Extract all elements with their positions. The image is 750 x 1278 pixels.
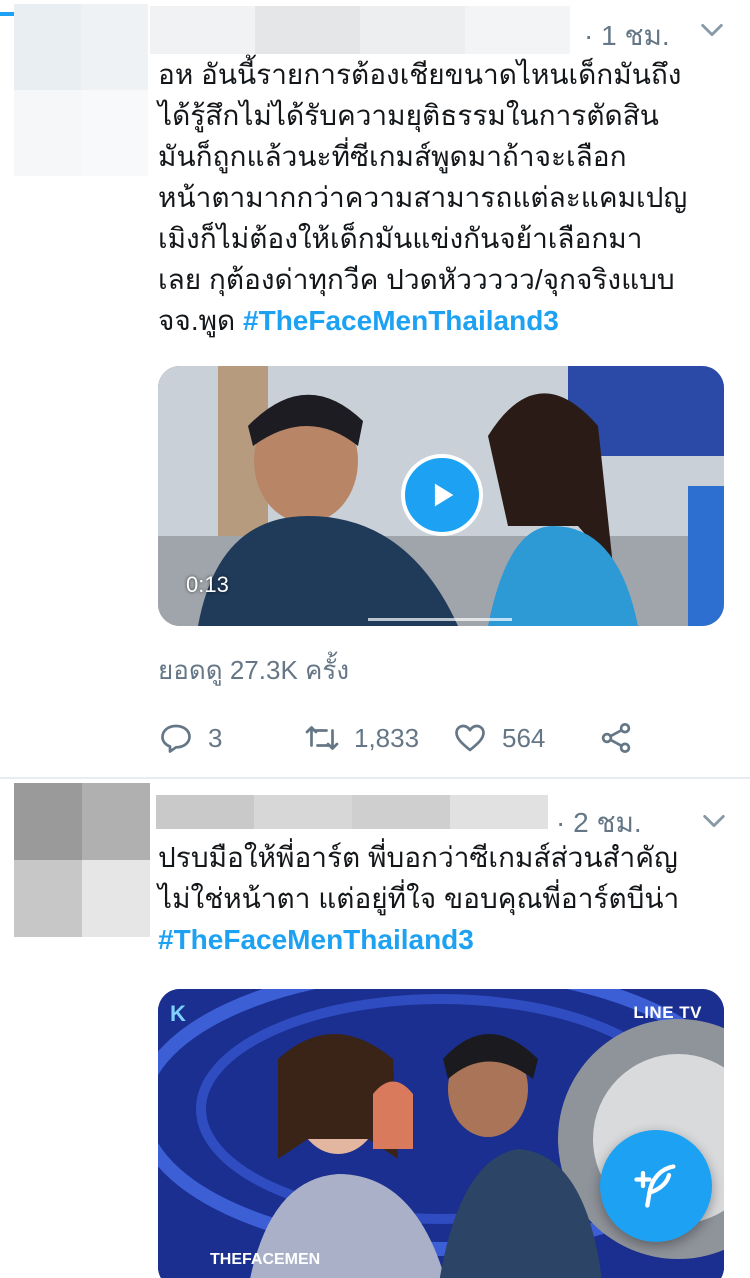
tweet-actions: 3 1,833 564: [158, 716, 634, 760]
tweet-text-line: ปรบมือให้พี่อาร์ต พี่บอกว่าซีเกมส์ส่วนสำ…: [158, 842, 678, 873]
tweet-text-line: หน้าตามากกว่าความสามารถแต่ละแคมเปญ: [158, 182, 688, 213]
video-duration: 0:13: [186, 572, 229, 597]
tweet-text: อห อันนี้รายการต้องเชียขนาดไหนเด็กมันถึง…: [158, 54, 687, 341]
tweet[interactable]: · 1 ชม. อห อันนี้รายการต้องเชียขนาดไหนเด…: [0, 0, 750, 778]
like-button[interactable]: 564: [452, 720, 598, 756]
tweet-text-line: ไม่ใช่หน้าตา แต่อยู่ที่ใจ ขอบคุณพี่อาร์ต…: [158, 883, 680, 914]
user-name-redacted[interactable]: [150, 6, 570, 54]
reply-button[interactable]: 3: [158, 720, 304, 756]
line-tv-badge: LINE TV: [633, 1003, 702, 1022]
tweet-text-line: จจ.พูด #TheFaceMenThailand3: [158, 300, 687, 341]
avatar[interactable]: [14, 4, 148, 176]
tweet-text-line: เมิงก็ไม่ต้องให้เด็กมันแข่งกันจย้าเลือกม…: [158, 223, 643, 254]
tweet-text-line: ได้รู้สึกไม่ได้รับความยุติธรรมในการตัดสิ…: [158, 100, 659, 131]
channel-logo-icon: K: [170, 1001, 186, 1026]
video-progress-track: [368, 618, 512, 621]
view-count: ยอดดู 27.3K ครั้ง: [158, 655, 350, 685]
tweet-text-fragment: จจ.พูด: [158, 305, 244, 336]
play-button[interactable]: [401, 454, 483, 536]
like-count: 564: [502, 722, 546, 753]
tweet-text-line: มันก็ถูกแล้วนะที่ซีเกมส์พูดมาถ้าจะเลือก: [158, 141, 627, 172]
hashtag-link[interactable]: #TheFaceMenThailand3: [243, 305, 559, 336]
chevron-down-icon[interactable]: [700, 807, 728, 835]
reply-count: 3: [208, 722, 223, 753]
user-name-redacted[interactable]: [156, 795, 548, 829]
video-player[interactable]: 0:13: [158, 366, 724, 626]
tweet-text: ปรบมือให้พี่อาร์ต พี่บอกว่าซีเกมส์ส่วนสำ…: [158, 837, 679, 960]
share-button[interactable]: [598, 720, 634, 756]
hashtag-link[interactable]: #TheFaceMenThailand3: [158, 924, 474, 955]
play-icon: [434, 483, 454, 507]
like-icon: [455, 724, 485, 752]
tweet-text-line: อห อันนี้รายการต้องเชียขนาดไหนเด็กมันถึง: [158, 59, 682, 90]
share-icon: [601, 723, 631, 753]
retweet-icon: [305, 726, 339, 750]
show-logo: THEFACEMEN: [210, 1251, 321, 1268]
tweet-text-line: #TheFaceMenThailand3: [158, 919, 679, 960]
compose-tweet-icon: [634, 1164, 676, 1208]
tweet-time[interactable]: · 1 ชม.: [584, 14, 670, 58]
avatar[interactable]: [14, 783, 150, 937]
compose-tweet-button[interactable]: [600, 1130, 712, 1242]
tweet-text-line: เลย กุต้องด่าทุกวีค ปวดหัววววว/จุกจริงแบ…: [158, 264, 675, 295]
reply-icon: [161, 724, 191, 753]
chevron-down-icon[interactable]: [698, 16, 726, 44]
retweet-button[interactable]: 1,833: [304, 720, 452, 756]
retweet-count: 1,833: [354, 722, 420, 753]
